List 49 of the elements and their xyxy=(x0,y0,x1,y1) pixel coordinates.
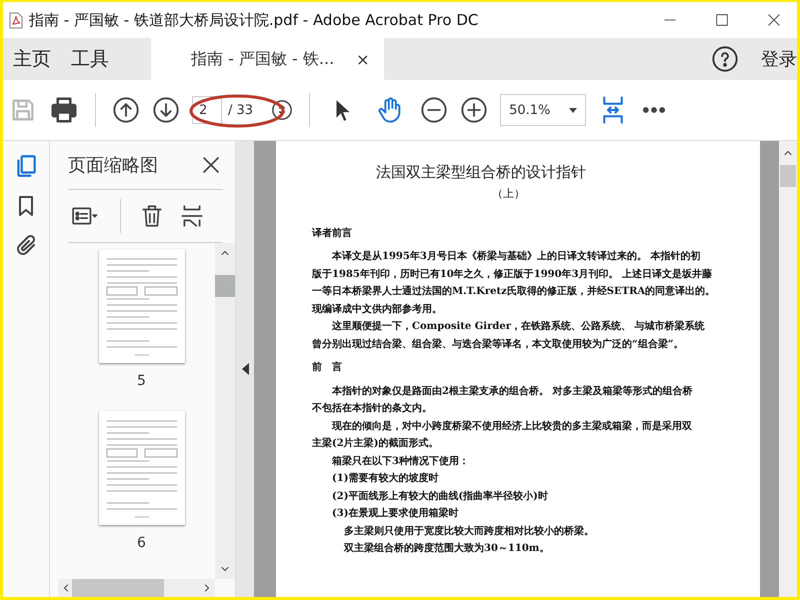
help-icon[interactable] xyxy=(711,45,739,73)
scrollbar-thumb[interactable] xyxy=(72,579,164,597)
text-line: (3)在景观上要求使用箱梁时 xyxy=(331,506,460,521)
text-line: 一等日本桥梁界人士通过法国的M.T.Kretz氏取得的修正版，并经SETRA的同意译出的。 xyxy=(312,284,716,299)
text-line: 这里顺便提一下，Composite Girder，在铁路系统、公路系统、 与城市桥梁系统 xyxy=(331,319,706,334)
collapse-triangle-icon[interactable] xyxy=(242,363,248,375)
text-line: 不包括在本指针的条文内。 xyxy=(312,402,433,416)
text-line: 本译文是从1995年3月号日本《桥梁与基础》上的日译文转译过来的。 本指针的初 xyxy=(330,249,702,264)
page-thumbnail[interactable] xyxy=(98,411,184,525)
section-heading: 译者前言 xyxy=(312,226,353,240)
zoom-out-icon[interactable] xyxy=(420,96,448,124)
zoom-dropdown[interactable]: 50.1% xyxy=(500,94,586,126)
text-line: 曾分别出现过结合梁、组合梁、与迭合梁等译名，本文取使用较为广泛的“组合梁”。 xyxy=(312,337,685,352)
arrow-up-circle-icon[interactable] xyxy=(112,96,140,124)
text-line: 版于1985年刊印，历时已有10年之久，修正版于1990年3月刊印。 上述日译文是坂井藤 xyxy=(312,267,714,282)
page-number-label: 6 xyxy=(137,535,146,551)
page-thumbnail[interactable] xyxy=(98,249,184,363)
tab-close-button[interactable]: × xyxy=(356,50,370,68)
pdf-file-icon xyxy=(9,12,23,28)
document-subtitle: （上） xyxy=(492,186,525,202)
close-icon[interactable] xyxy=(766,12,782,28)
zoom-in-icon[interactable] xyxy=(460,96,488,124)
text-line: 双主梁组合桥的跨度范围大致为30～110m。 xyxy=(342,541,550,556)
scrollbar-thumb[interactable] xyxy=(215,275,235,297)
page-stepper-icon[interactable] xyxy=(271,99,294,121)
maximize-icon[interactable] xyxy=(714,12,730,28)
document-title: 法国双主梁型组合桥的设计指针 xyxy=(376,162,586,183)
text-line: 箱梁只在以下3种情况下使用： xyxy=(331,454,470,468)
document-tab[interactable]: 指南 - 严国敏 - 铁... × xyxy=(151,38,384,80)
text-line: 现编译成中文供内部参考用。 xyxy=(312,302,443,316)
text-line: 现在的倾向是，对中小跨度桥梁不使用经济上比较贵的多主梁或箱梁，而是采用双 xyxy=(330,419,693,434)
page-count: / 33 xyxy=(227,102,254,118)
caret-icon[interactable] xyxy=(569,108,578,112)
tab-label[interactable]: 指南 - 严国敏 - 铁... xyxy=(191,48,334,70)
page-number-label: 5 xyxy=(137,373,146,389)
arrow-down-circle-icon[interactable] xyxy=(152,96,180,124)
nav-tab[interactable]: 主页 xyxy=(3,38,61,80)
window-title: 指南 - 严国敏 - 铁道部大桥局设计院.pdf - Adobe Acrobat Pro DC xyxy=(29,10,480,30)
text-line: 主梁(2片主梁)的截面形式。 xyxy=(312,436,440,451)
text-line: (2)平面线形上有较大的曲线(指曲率半径较小)时 xyxy=(331,489,549,504)
sign-in-link[interactable]: 登录 xyxy=(761,47,797,71)
text-line: 本指针的对象仅是路面由2根主梁支承的组合桥。 对多主梁及箱梁等形式的组合桥 xyxy=(330,384,694,398)
section-heading: 前 言 xyxy=(312,360,343,375)
text-line: (1)需要有较大的坡度时 xyxy=(331,471,440,486)
panel-title: 页面缩略图 xyxy=(68,154,158,177)
scrollbar-thumb[interactable] xyxy=(780,165,796,187)
nav-tab[interactable]: 工具 xyxy=(61,38,119,80)
text-line: 多主梁则只使用于宽度比较大而跨度相对比较小的桥梁。 xyxy=(343,524,595,538)
print-icon[interactable] xyxy=(49,95,79,125)
